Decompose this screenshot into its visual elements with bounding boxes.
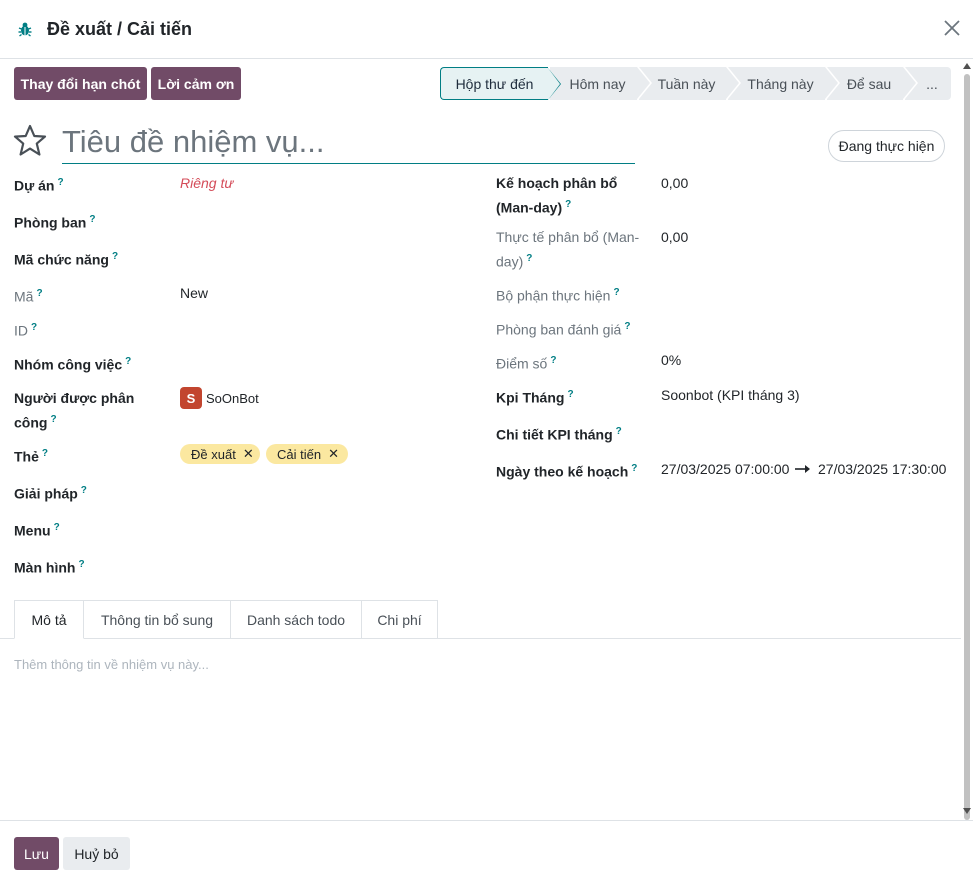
avatar: S <box>180 387 202 409</box>
task-state-button[interactable]: Đang thực hiện <box>828 130 945 162</box>
menu-label: Menu? <box>14 522 60 539</box>
tag-chip: Cải tiến ✕ <box>266 444 348 464</box>
actual-allocation-value: 0,00 <box>661 229 689 245</box>
remove-tag-icon[interactable]: ✕ <box>328 446 339 462</box>
cancel-button[interactable]: Huỷ bỏ <box>63 837 130 870</box>
scroll-up-icon[interactable] <box>963 63 971 69</box>
stage-label: Hộp thư đến <box>455 75 534 92</box>
tags-label: Thẻ? <box>14 448 48 465</box>
stage-this-month[interactable]: Tháng này <box>728 67 840 100</box>
planned-date-end[interactable]: 27/03/2025 17:30:00 <box>818 459 946 480</box>
function-code-label: Mã chức năng? <box>14 251 119 268</box>
code-label: Mã? <box>14 288 43 305</box>
planned-date-start[interactable]: 27/03/2025 07:00:00 <box>661 459 789 480</box>
stage-label: Tuần này <box>657 75 716 92</box>
stage-label: Để sau <box>846 75 892 92</box>
project-label: Dự án? <box>14 177 64 194</box>
tab-additional-info[interactable]: Thông tin bổ sung <box>84 600 231 639</box>
score-value: 0% <box>661 352 682 368</box>
project-value[interactable]: Riêng tư <box>180 173 233 194</box>
arrow-right-icon <box>795 465 810 473</box>
stage-inbox[interactable]: Hộp thư đến <box>440 67 561 100</box>
tab-costs[interactable]: Chi phí <box>362 600 438 639</box>
star-icon[interactable] <box>13 124 47 158</box>
change-deadline-button[interactable]: Thay đổi hạn chót <box>14 67 147 100</box>
tag-label: Đề xuất <box>191 446 236 462</box>
description-editor[interactable]: Thêm thông tin về nhiệm vụ này... <box>14 657 209 672</box>
exec-unit-label: Bộ phận thực hiện? <box>496 287 620 304</box>
scroll-down-icon[interactable] <box>963 808 971 814</box>
actual-allocation-label: Thực tế phân bổ (Man-day)? <box>496 229 640 270</box>
stage-this-week[interactable]: Tuần này <box>639 67 741 100</box>
planned-date-label: Ngày theo kế hoạch? <box>496 463 638 480</box>
screen-label: Màn hình? <box>14 559 85 576</box>
bug-icon <box>18 22 32 37</box>
kpi-month-label: Kpi Tháng? <box>496 389 574 406</box>
assignee-label: Người được phân công? <box>14 390 135 431</box>
id-label: ID? <box>14 322 38 339</box>
stage-today[interactable]: Hôm nay <box>550 67 652 100</box>
score-label: Điểm số? <box>496 355 557 372</box>
scrollbar-thumb[interactable] <box>964 74 970 820</box>
code-value: New <box>180 285 209 301</box>
tag-chip: Đề xuất ✕ <box>180 444 260 464</box>
stage-bar: Hộp thư đến Hôm nay Tuần này Tháng này Đ… <box>440 67 951 100</box>
dialog-header: Đề xuất / Cải tiến <box>0 0 973 59</box>
notebook-tabs: Mô tả Thông tin bổ sung Danh sách todo C… <box>14 600 438 639</box>
dialog-title: Đề xuất / Cải tiến <box>47 19 193 39</box>
scrollbar[interactable] <box>961 60 973 820</box>
department-label: Phòng ban? <box>14 214 96 231</box>
kpi-month-value[interactable]: Soonbot (KPI tháng 3) <box>661 385 800 406</box>
kpi-detail-label: Chi tiết KPI tháng? <box>496 426 622 443</box>
eval-dept-label: Phòng ban đánh giá? <box>496 321 631 338</box>
dialog-footer <box>0 820 973 884</box>
tag-label: Cải tiến <box>277 446 322 462</box>
assignee-name[interactable]: SoOnBot <box>206 388 259 409</box>
planned-allocation-label: Kế hoạch phân bổ (Man-day)? <box>496 175 618 216</box>
save-button[interactable]: Lưu <box>14 837 59 870</box>
remove-tag-icon[interactable]: ✕ <box>243 446 254 462</box>
tab-description[interactable]: Mô tả <box>14 600 84 639</box>
close-icon[interactable] <box>943 19 961 37</box>
thanks-button[interactable]: Lời cảm ơn <box>151 67 241 100</box>
stage-label: ... <box>926 75 938 92</box>
planned-allocation-value[interactable]: 0,00 <box>661 173 688 194</box>
tab-todo-list[interactable]: Danh sách todo <box>231 600 362 639</box>
task-title-input[interactable]: Tiêu đề nhiệm vụ... <box>62 122 635 164</box>
work-group-label: Nhóm công việc? <box>14 356 132 373</box>
stage-label: Hôm nay <box>569 75 626 92</box>
stage-label: Tháng này <box>747 75 814 92</box>
solution-label: Giải pháp? <box>14 485 87 502</box>
